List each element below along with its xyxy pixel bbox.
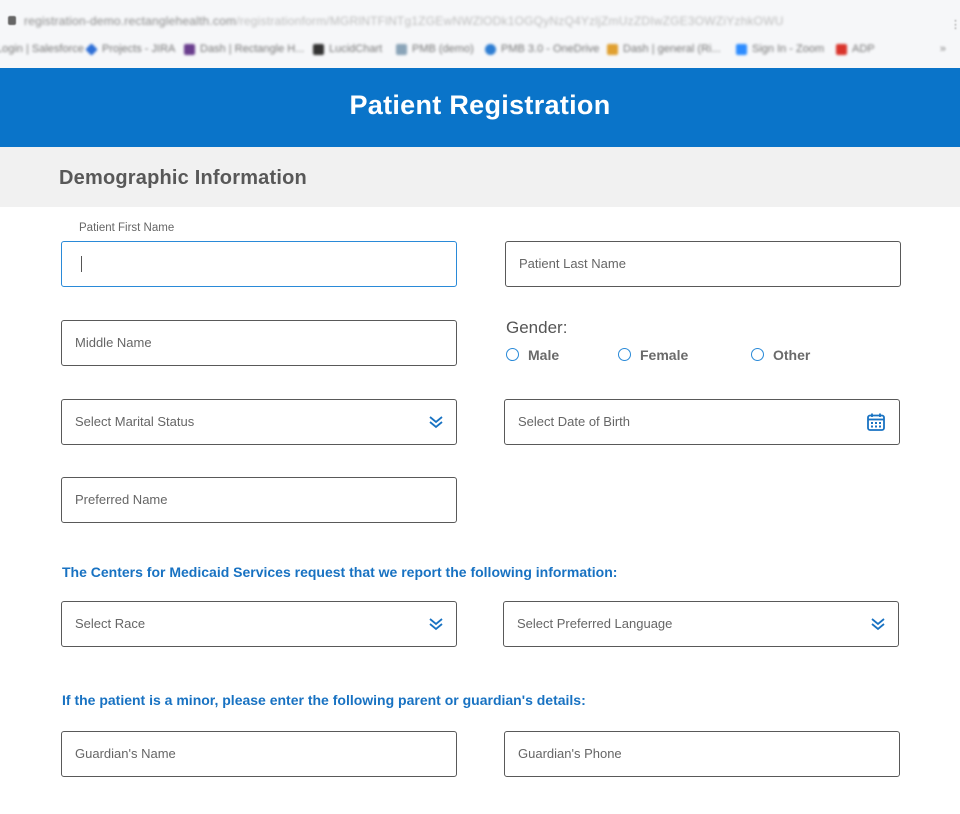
section-title: Demographic Information (59, 167, 307, 189)
url-path: /registrationform/MGRlNTFlNTg1ZGEwNWZlOD… (236, 14, 784, 28)
race-select[interactable]: Select Race (61, 601, 457, 647)
marital-status-placeholder: Select Marital Status (75, 414, 195, 429)
bookmark-label: ADP (852, 43, 875, 55)
double-chevron-down-icon (871, 618, 885, 631)
bookmark-icon (485, 44, 496, 55)
gender-radio-female[interactable] (618, 348, 631, 361)
gender-option-other-label[interactable]: Other (773, 347, 810, 363)
preferred-language-placeholder: Select Preferred Language (517, 616, 673, 631)
address-url[interactable]: registration-demo.rectanglehealth.com/re… (24, 14, 784, 28)
last-name-placeholder: Patient Last Name (519, 256, 626, 271)
date-of-birth-input[interactable]: Select Date of Birth (504, 399, 900, 445)
gender-label: Gender: (506, 318, 568, 337)
preferred-name-placeholder: Preferred Name (75, 492, 168, 507)
bookmark-icon (736, 44, 747, 55)
bookmark-icon (85, 43, 98, 56)
race-placeholder: Select Race (75, 616, 146, 631)
bookmark-label: Dash | Rectangle H... (200, 43, 305, 55)
guardian-name-input[interactable]: Guardian's Name (61, 731, 457, 777)
preferred-name-input[interactable]: Preferred Name (61, 477, 457, 523)
date-of-birth-placeholder: Select Date of Birth (518, 414, 630, 429)
first-name-input[interactable] (61, 241, 457, 287)
last-name-input[interactable]: Patient Last Name (505, 241, 901, 287)
cms-notice: The Centers for Medicaid Services reques… (62, 564, 618, 580)
url-host: registration-demo.rectanglehealth.com (24, 14, 237, 28)
bookmark-icon (836, 44, 847, 55)
gender-option-male-label[interactable]: Male (528, 347, 559, 363)
bookmark-label: Projects - JIRA (102, 43, 176, 55)
gender-radio-other[interactable] (751, 348, 764, 361)
gender-option-female-label[interactable]: Female (640, 347, 688, 363)
bookmarks-overflow-button[interactable]: » (940, 43, 946, 55)
double-chevron-down-icon (429, 618, 443, 631)
bookmark-label: PMB (demo) (412, 43, 474, 55)
gender-radio-male[interactable] (506, 348, 519, 361)
browser-menu-icon[interactable]: ⋮ (950, 18, 960, 31)
browser-chrome: registration-demo.rectanglehealth.com/re… (0, 0, 960, 68)
guardian-phone-input[interactable]: Guardian's Phone (504, 731, 900, 777)
middle-name-placeholder: Middle Name (75, 335, 152, 350)
bookmark-icon (313, 44, 324, 55)
page-header: Patient Registration (0, 68, 960, 147)
first-name-label: Patient First Name (79, 222, 175, 234)
preferred-language-select[interactable]: Select Preferred Language (503, 601, 899, 647)
lock-icon (8, 16, 16, 25)
bookmark-label: Sign In - Zoom (752, 43, 825, 55)
bookmark-label: LucidChart (329, 43, 383, 55)
bookmarks-bar: Login | Salesforce Projects - JIRA Dash … (0, 38, 960, 62)
address-bar[interactable]: registration-demo.rectanglehealth.com/re… (0, 8, 960, 34)
calendar-icon[interactable] (866, 412, 886, 432)
marital-status-select[interactable]: Select Marital Status (61, 399, 457, 445)
bookmark-label: Dash | general (Ri... (623, 43, 721, 55)
section-header: Demographic Information (0, 147, 960, 207)
guardian-phone-placeholder: Guardian's Phone (518, 746, 622, 761)
double-chevron-down-icon (429, 416, 443, 429)
bookmark-label: Login | Salesforce (0, 43, 84, 55)
text-cursor (81, 256, 82, 272)
bookmark-icon (607, 44, 618, 55)
bookmark-icon (184, 44, 195, 55)
bookmark-icon (396, 44, 407, 55)
middle-name-input[interactable]: Middle Name (61, 320, 457, 366)
guardian-name-placeholder: Guardian's Name (75, 746, 176, 761)
bookmark-label: PMB 3.0 - OneDrive (501, 43, 600, 55)
guardian-notice: If the patient is a minor, please enter … (62, 692, 586, 708)
page-title: Patient Registration (349, 90, 611, 120)
